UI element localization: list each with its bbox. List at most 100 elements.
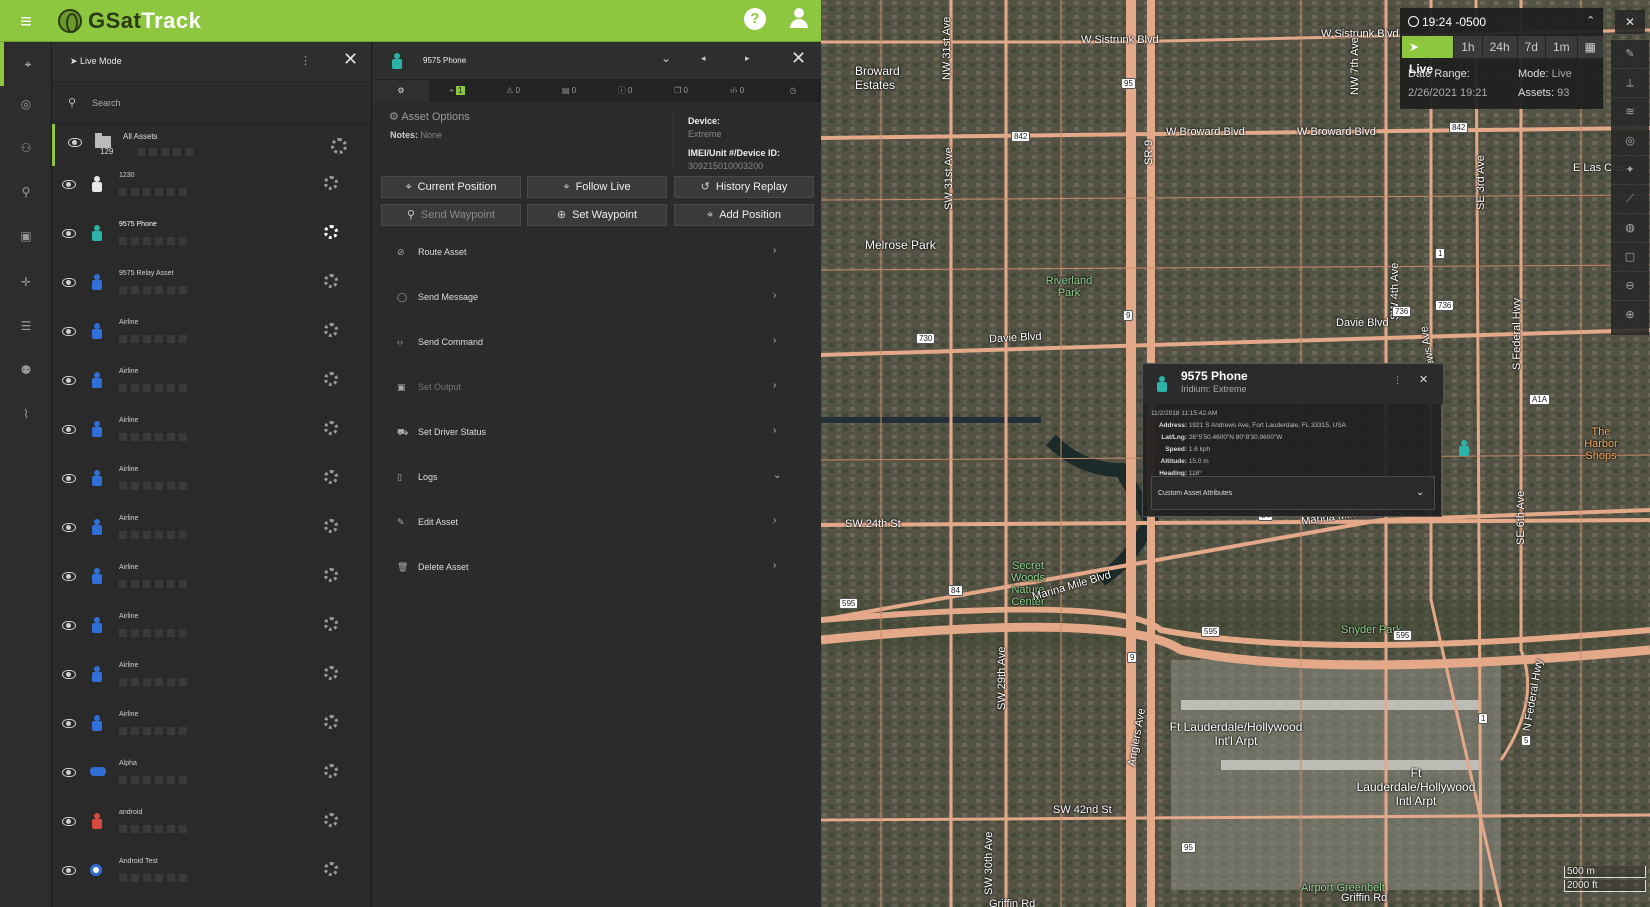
asset-row[interactable]: 9575 Phone <box>52 215 371 264</box>
tab-pin[interactable]: ⌖ 1 <box>429 80 485 102</box>
history-replay-button[interactable]: ↺ History Replay <box>674 176 814 198</box>
range-live[interactable]: ➤ Live <box>1402 36 1454 76</box>
menu-item-logs[interactable]: ▯ Logs ⌄ <box>373 455 821 500</box>
eye-icon[interactable] <box>62 719 76 728</box>
menu-item-set-output[interactable]: ▣ Set Output › <box>373 365 821 410</box>
eye-icon[interactable] <box>62 817 76 826</box>
tab-doc[interactable]: ▤ 0 <box>541 80 597 102</box>
tab-clock[interactable]: ◷ <box>765 80 821 102</box>
chart-icon[interactable]: ⌇ <box>0 392 52 436</box>
custom-attributes-dropdown[interactable]: Custom Asset Attributes ⌄ <box>1151 476 1435 510</box>
asset-row[interactable]: Airline <box>52 411 371 460</box>
gear-icon[interactable] <box>324 372 338 386</box>
add-position-button[interactable]: ⌖ Add Position <box>674 204 814 226</box>
eye-icon[interactable] <box>68 138 82 147</box>
range-1h[interactable]: 1h <box>1454 36 1482 58</box>
globe-icon[interactable]: ◍ <box>1611 214 1649 243</box>
plus-icon[interactable]: ✛ <box>0 260 52 304</box>
chevron-up-icon[interactable]: ⌃ <box>1586 14 1595 27</box>
gear-icon[interactable] <box>324 617 338 631</box>
fullscreen-icon[interactable]: ▢ <box>1611 243 1649 272</box>
gear-icon[interactable] <box>324 176 338 190</box>
close-icon[interactable]: ✕ <box>343 49 358 70</box>
draw-icon[interactable]: ✎ <box>1611 40 1649 69</box>
live-mode-label[interactable]: ➤ Live Mode <box>70 56 122 67</box>
app-logo[interactable]: GSatTrack <box>58 6 201 36</box>
tab-info[interactable]: ⓘ 0 <box>597 80 653 102</box>
locate-icon[interactable]: ✦ <box>1611 156 1649 185</box>
asset-row[interactable]: Airline <box>52 313 371 362</box>
help-icon[interactable]: ? <box>744 8 766 30</box>
close-icon[interactable]: ✕ <box>1615 10 1645 34</box>
gear-icon[interactable] <box>324 470 338 484</box>
eye-icon[interactable] <box>62 866 76 875</box>
menu-item-set-driver-status[interactable]: ⛟ Set Driver Status › <box>373 410 821 455</box>
asset-row[interactable]: Airline <box>52 460 371 509</box>
compass-icon[interactable]: ◎ <box>0 82 52 126</box>
next-icon[interactable]: ▸ <box>745 53 750 64</box>
close-icon[interactable]: ✕ <box>1419 373 1428 386</box>
asset-row[interactable]: Airline <box>52 558 371 607</box>
menu-item-delete-asset[interactable]: 🗑 Delete Asset › <box>373 545 821 590</box>
eye-icon[interactable] <box>62 572 76 581</box>
eye-icon[interactable] <box>62 670 76 679</box>
set-waypoint-button[interactable]: ⊕ Set Waypoint <box>527 204 667 226</box>
eye-icon[interactable] <box>62 229 76 238</box>
gear-icon[interactable] <box>324 666 338 680</box>
compass-icon[interactable]: ◎ <box>1611 127 1649 156</box>
previous-icon[interactable]: ◂ <box>701 53 706 64</box>
eye-icon[interactable] <box>62 474 76 483</box>
map-pin-icon[interactable]: ⌖ <box>0 42 52 86</box>
eye-icon[interactable] <box>62 327 76 336</box>
gear-icon[interactable] <box>324 813 338 827</box>
asset-row[interactable]: Airline <box>52 607 371 656</box>
send-waypoint-button[interactable]: ⚲ Send Waypoint <box>381 204 521 226</box>
gear-icon[interactable] <box>324 225 338 239</box>
eye-icon[interactable] <box>62 768 76 777</box>
all-assets-row[interactable]: 129 All Assets <box>52 124 371 166</box>
kebab-menu-icon[interactable]: ⋮ <box>300 54 311 67</box>
gear-icon[interactable] <box>324 862 338 876</box>
gear-icon[interactable] <box>324 274 338 288</box>
asset-marker[interactable] <box>1454 438 1474 460</box>
close-icon[interactable]: ✕ <box>791 48 806 69</box>
asset-row[interactable]: Airline <box>52 705 371 754</box>
user-route-icon[interactable]: ⚲ <box>0 170 52 214</box>
range-7d[interactable]: 7d <box>1517 36 1545 58</box>
eye-icon[interactable] <box>62 523 76 532</box>
zoom-in-icon[interactable]: ⊕ <box>1611 301 1649 330</box>
asset-row[interactable]: android <box>52 803 371 852</box>
menu-item-edit-asset[interactable]: ✎ Edit Asset › <box>373 500 821 545</box>
kebab-menu-icon[interactable]: ⋮ <box>1393 375 1402 386</box>
asset-row[interactable]: Android Test <box>52 852 371 901</box>
follow-live-button[interactable]: ⌖ Follow Live <box>527 176 667 198</box>
tab-chat[interactable]: ❐ 0 <box>653 80 709 102</box>
asset-row[interactable]: Airline <box>52 509 371 558</box>
asset-row[interactable]: Airline <box>52 362 371 411</box>
zoom-out-icon[interactable]: ⊖ <box>1611 272 1649 301</box>
list-icon[interactable]: ☰ <box>0 304 52 348</box>
gear-icon[interactable] <box>324 568 338 582</box>
current-position-button[interactable]: ⌖ Current Position <box>381 176 521 198</box>
range-1m[interactable]: 1m <box>1545 36 1577 58</box>
asset-row[interactable]: Alpha <box>52 754 371 803</box>
ruler-icon[interactable]: ⟋ <box>1611 185 1649 214</box>
eye-icon[interactable] <box>62 180 76 189</box>
gear-icon[interactable] <box>324 715 338 729</box>
gear-icon[interactable] <box>324 764 338 778</box>
hamburger-icon[interactable]: ≡ <box>8 8 44 36</box>
chevron-down-icon[interactable]: ⌄ <box>661 51 671 65</box>
search-input[interactable] <box>92 91 352 115</box>
asset-row[interactable]: 1230 <box>52 166 371 215</box>
users-icon[interactable]: ⚉ <box>0 348 52 392</box>
tab-options[interactable]: ⚙ <box>373 80 429 102</box>
network-icon[interactable]: ⚇ <box>0 126 52 170</box>
user-icon[interactable] <box>788 8 810 30</box>
measure-icon[interactable]: ⟂ <box>1611 69 1649 98</box>
menu-item-send-message[interactable]: ◯ Send Message › <box>373 275 821 320</box>
menu-item-send-command[interactable]: ‹› Send Command › <box>373 320 821 365</box>
calendar-icon[interactable]: ▦ <box>1577 36 1603 58</box>
menu-item-route-asset[interactable]: ⊘ Route Asset › <box>373 230 821 275</box>
eye-icon[interactable] <box>62 278 76 287</box>
group-settings-icon[interactable] <box>331 138 347 154</box>
